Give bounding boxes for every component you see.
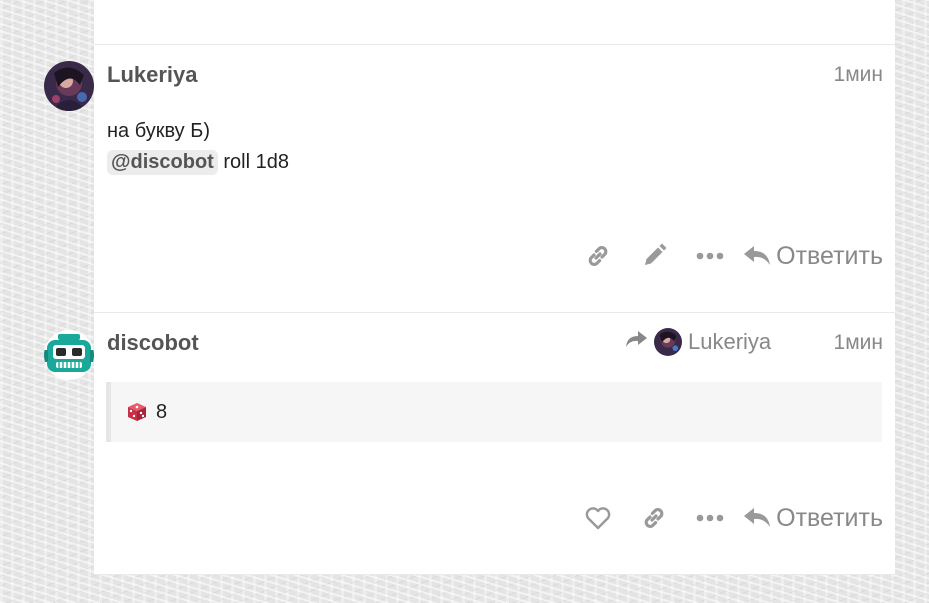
avatar-lukeriya[interactable] xyxy=(44,61,94,111)
reply-to-avatar xyxy=(654,328,682,356)
more-button[interactable] xyxy=(688,236,732,276)
post-body-command: @discobot roll 1d8 xyxy=(107,150,289,175)
link-button[interactable] xyxy=(576,236,620,276)
post-divider xyxy=(94,574,895,575)
reply-icon xyxy=(742,243,772,269)
link-icon xyxy=(640,504,668,532)
reply-button[interactable]: Ответить xyxy=(742,498,883,538)
reply-to-tab[interactable]: Lukeriya xyxy=(624,328,771,356)
edit-button[interactable] xyxy=(632,236,676,276)
pencil-icon xyxy=(640,242,668,270)
reply-label: Ответить xyxy=(776,503,883,532)
post-username[interactable]: discobot xyxy=(107,330,199,356)
like-button[interactable] xyxy=(576,498,620,538)
heart-icon xyxy=(584,505,612,531)
link-icon xyxy=(584,242,612,270)
avatar-discobot[interactable] xyxy=(44,330,94,380)
post-username[interactable]: Lukeriya xyxy=(107,62,198,88)
dice-result-quote: 8 xyxy=(106,382,882,442)
ellipsis-icon xyxy=(696,251,724,261)
post-actions: Ответить xyxy=(576,498,883,538)
post-body-line: на букву Б) xyxy=(107,120,211,142)
post-time[interactable]: 1мин xyxy=(834,63,883,87)
reply-button[interactable]: Ответить xyxy=(742,236,883,276)
command-text: roll 1d8 xyxy=(217,151,289,173)
post-divider xyxy=(94,44,895,45)
topic-column: Lukeriya 1мин на букву Б) @discobot roll… xyxy=(44,0,895,575)
reply-label: Ответить xyxy=(776,241,883,270)
share-arrow-icon xyxy=(624,328,648,356)
dice-icon xyxy=(126,401,148,423)
mention-link[interactable]: @discobot xyxy=(107,150,218,175)
more-button[interactable] xyxy=(688,498,732,538)
post-time[interactable]: 1мин xyxy=(834,331,883,355)
reply-icon xyxy=(742,505,772,531)
reply-to-username: Lukeriya xyxy=(688,329,772,354)
post-actions: Ответить xyxy=(576,236,883,276)
ellipsis-icon xyxy=(696,513,724,523)
post-divider xyxy=(94,312,895,313)
dice-result-value: 8 xyxy=(156,400,168,423)
link-button[interactable] xyxy=(632,498,676,538)
